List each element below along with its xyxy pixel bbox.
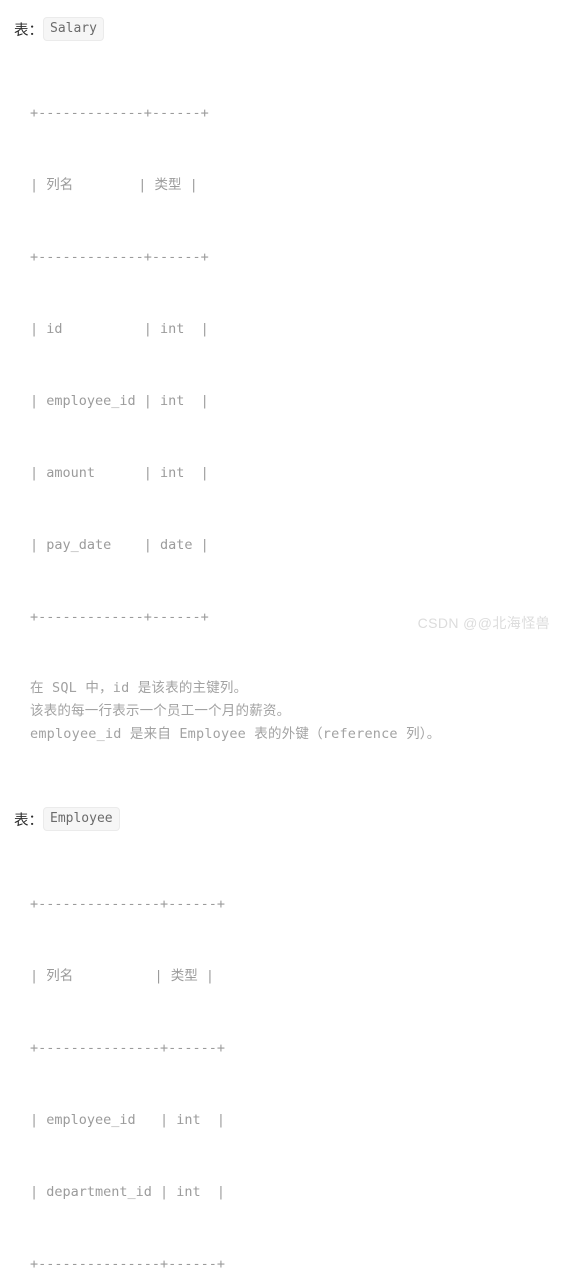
ascii-line: | amount | int | (30, 465, 209, 481)
table-name-chip-employee: Employee (43, 807, 120, 831)
description-salary: 在 SQL 中，id 是该表的主键列。 该表的每一行表示一个员工一个月的薪资。 … (0, 677, 564, 746)
page-root: 表： Salary +-------------+------+ | 列名 | … (0, 0, 564, 1272)
section-header-salary: 表： Salary (0, 16, 564, 42)
ascii-line: +---------------+------+ (30, 896, 226, 912)
ascii-line: | department_id | int | (30, 1184, 226, 1200)
description-line: 在 SQL 中，id 是该表的主键列。 (30, 680, 248, 696)
ascii-table-employee: +---------------+------+ | 列名 | 类型 | +--… (0, 844, 564, 1286)
watermark: CSDN @@北海怪兽 (417, 615, 550, 631)
table-label-salary: 表： (14, 22, 43, 39)
section-salary: 表： Salary +-------------+------+ | 列名 | … (0, 0, 564, 746)
ascii-table-salary: +-------------+------+ | 列名 | 类型 | +----… (0, 53, 564, 677)
ascii-line: +-------------+------+ (30, 249, 209, 265)
section-header-employee: 表： Employee (0, 806, 564, 832)
section-employee: 表： Employee +---------------+------+ | 列… (0, 746, 564, 1286)
table-label-employee: 表： (14, 812, 43, 829)
ascii-line: +-------------+------+ (30, 105, 209, 121)
ascii-line: +---------------+------+ (30, 1256, 226, 1272)
ascii-line: | employee_id | int | (30, 393, 209, 409)
table-name-chip-salary: Salary (43, 17, 104, 41)
ascii-line: | pay_date | date | (30, 537, 209, 553)
ascii-line: | 列名 | 类型 | (30, 968, 215, 984)
ascii-line: | id | int | (30, 321, 209, 337)
description-line: employee_id 是来自 Employee 表的外键（reference … (30, 726, 441, 742)
description-line: 该表的每一行表示一个员工一个月的薪资。 (30, 703, 291, 719)
ascii-line: | employee_id | int | (30, 1112, 226, 1128)
ascii-line: +---------------+------+ (30, 1040, 226, 1056)
ascii-line: | 列名 | 类型 | (30, 177, 198, 193)
